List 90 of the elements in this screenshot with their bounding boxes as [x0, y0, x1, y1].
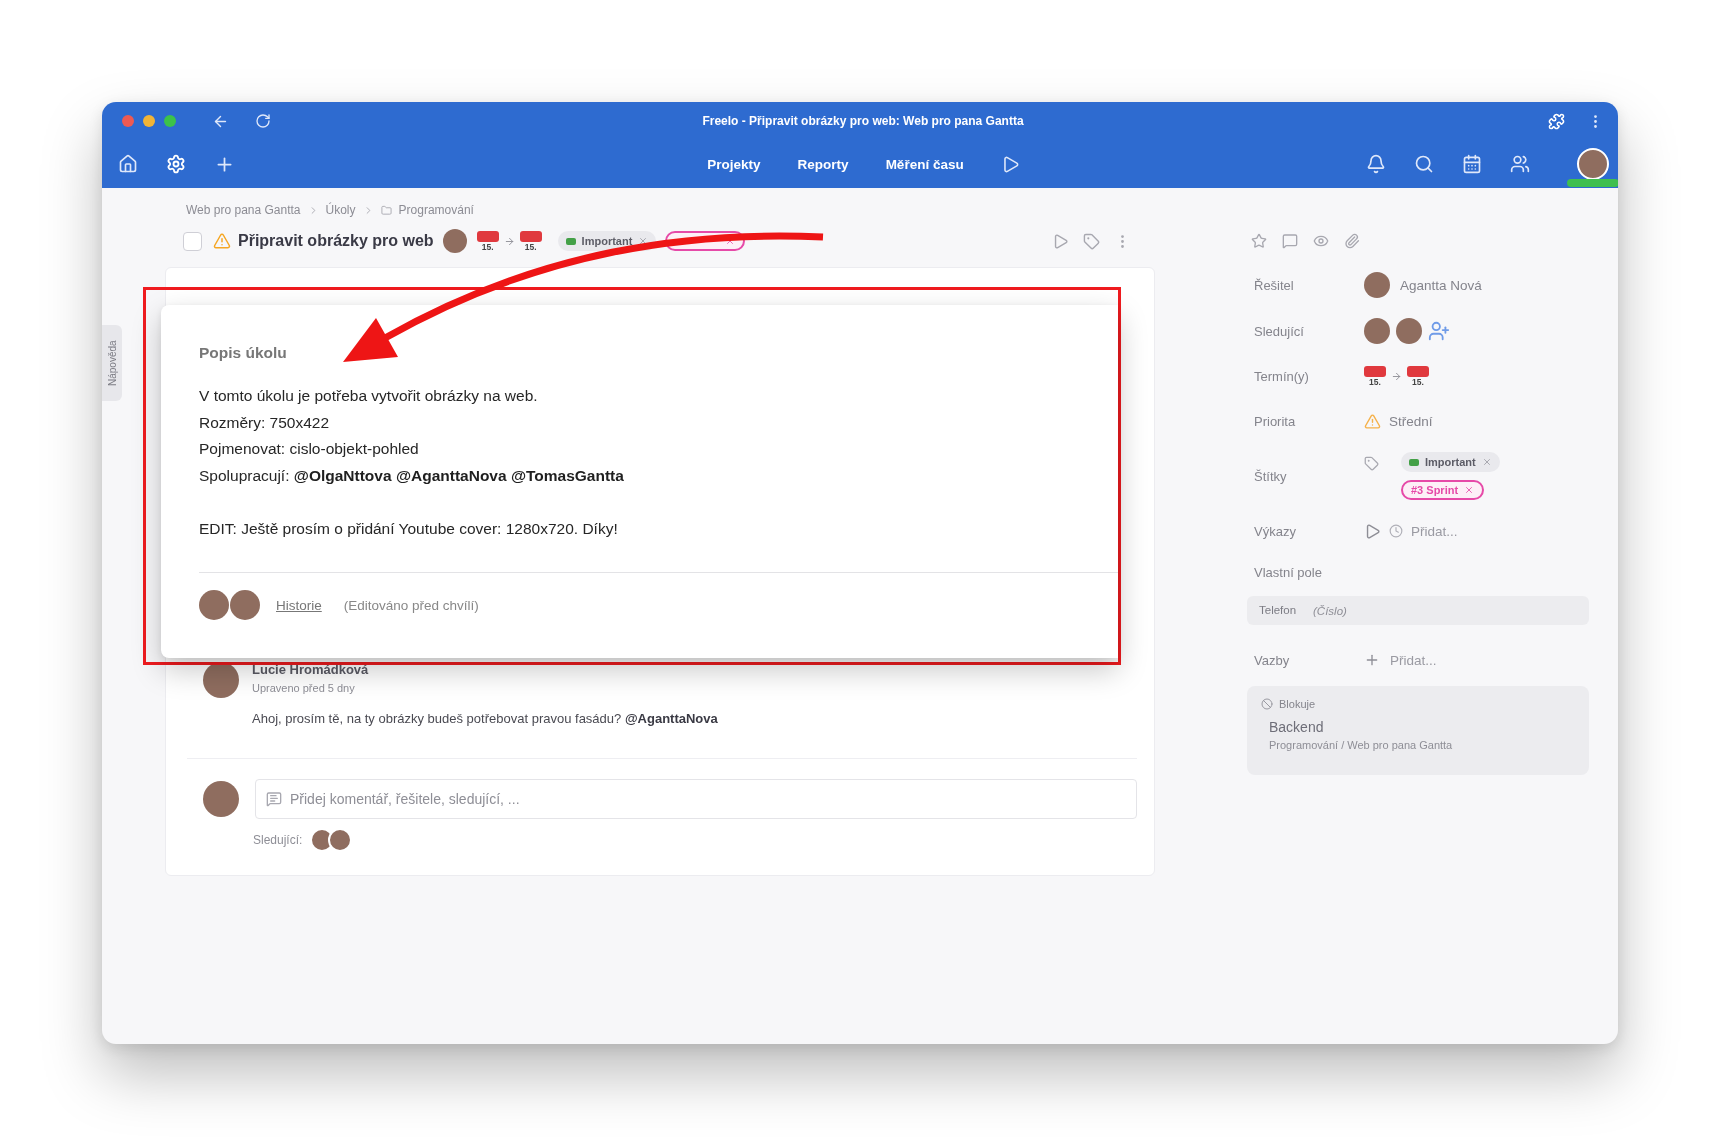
window-title: Freelo - Připravit obrázky pro web: Web pro pana Gantta — [702, 114, 1024, 128]
minimize-window-icon[interactable] — [143, 115, 155, 127]
description-line: V tomto úkolu je potřeba vytvořit obrázky na web. — [199, 386, 538, 406]
comment-input[interactable]: Přidej komentář, řešitele, sledující, ... — [255, 779, 1137, 819]
task-title: Připravit obrázky pro web — [238, 232, 434, 250]
tag-pill[interactable]: #3 Sprint — [1401, 480, 1485, 500]
star-icon[interactable] — [1251, 233, 1267, 249]
clock-icon — [1389, 524, 1403, 538]
tag-icon[interactable] — [1083, 232, 1100, 250]
play-icon[interactable] — [1364, 522, 1381, 540]
blocking-task-title[interactable]: Backend — [1269, 719, 1324, 735]
close-icon[interactable] — [1464, 485, 1475, 495]
avatar — [199, 590, 229, 620]
comment-icon[interactable] — [1282, 233, 1298, 249]
breadcrumb-link[interactable]: Programování — [398, 203, 474, 217]
bell-icon[interactable] — [1366, 154, 1386, 174]
field-label: Vlastní pole — [1254, 564, 1323, 580]
comment-author: Lucie Hromádková — [252, 662, 369, 677]
add-link[interactable]: Přidat... — [1411, 523, 1458, 539]
warning-icon — [213, 232, 231, 250]
arrow-right-icon — [503, 235, 515, 247]
add-link[interactable]: Přidat... — [1390, 652, 1437, 668]
field-label: Vazby — [1254, 652, 1291, 668]
close-window-icon[interactable] — [122, 115, 134, 127]
description-line: Pojmenovat: cislo-objekt-pohled — [199, 439, 419, 459]
avatar — [442, 229, 467, 253]
close-icon[interactable] — [638, 236, 649, 246]
help-tab[interactable]: Nápověda — [102, 325, 122, 401]
date-day: 15. — [1412, 377, 1424, 387]
puzzle-icon[interactable] — [1548, 112, 1565, 130]
avatar — [1364, 318, 1390, 344]
avatar — [1396, 318, 1422, 344]
folder-icon — [380, 204, 392, 216]
custom-field-label: Telefon — [1259, 604, 1297, 617]
settings-icon[interactable] — [166, 154, 186, 174]
edited-note: (Editováno před chvílí) — [343, 597, 479, 613]
calendar-icon[interactable] — [1462, 154, 1482, 174]
date-badge-icon — [1364, 365, 1386, 377]
date-badge-icon — [476, 230, 499, 242]
description-line: Rozměry: 750x422 — [199, 412, 330, 433]
warning-icon — [1364, 412, 1381, 430]
avatar — [203, 781, 239, 817]
nav-link[interactable]: Reporty — [797, 156, 849, 172]
arrow-right-icon — [1391, 370, 1402, 382]
comment-text: Ahoj, prosím tě, na ty obrázky budeš potřebovat pravou fasádu? @AganttaNova — [252, 710, 718, 727]
history-link[interactable]: Historie — [276, 597, 322, 613]
field-label: Štítky — [1254, 468, 1288, 484]
tag-pill[interactable]: Important — [1401, 452, 1500, 472]
comment-time: Upraveno před 5 dny — [252, 682, 355, 695]
nav-link[interactable]: Měření času — [885, 156, 964, 172]
date-day: 15. — [524, 242, 537, 252]
assignee-name: Agantta Nová — [1400, 277, 1482, 293]
breadcrumb-link[interactable]: Web pro pana Gantta — [186, 203, 301, 217]
paperclip-icon[interactable] — [1344, 233, 1360, 249]
avatar — [230, 590, 260, 620]
blocking-label: Blokuje — [1279, 698, 1316, 710]
blocked-icon — [1261, 698, 1273, 710]
avatar — [1364, 272, 1390, 298]
field-label: Termín(y) — [1254, 368, 1310, 384]
date-badge-icon — [1407, 365, 1429, 377]
description-heading: Popis úkolu — [199, 343, 287, 363]
maximize-window-icon[interactable] — [164, 115, 176, 127]
eye-icon[interactable] — [1313, 233, 1329, 249]
field-label: Výkazy — [1254, 523, 1297, 539]
task-checkbox[interactable] — [183, 231, 202, 251]
breadcrumb-link[interactable]: Úkoly — [325, 203, 356, 217]
date-day: 15. — [1369, 377, 1381, 387]
blocking-task-path: Programování / Web pro pana Gantta — [1269, 739, 1453, 751]
comment-icon — [266, 791, 282, 807]
plus-icon[interactable] — [1364, 652, 1380, 668]
tag-icon[interactable] — [1364, 456, 1379, 471]
date-badge-icon — [519, 230, 542, 242]
status-badge-icon — [1567, 179, 1618, 187]
description-line: Spolupracují: @OlgaNttova @AganttaNova @TomasGantta — [199, 465, 624, 486]
followers-label: Sledující: — [253, 833, 303, 847]
nav-link[interactable]: Projekty — [707, 156, 761, 172]
date-day: 15. — [481, 242, 494, 252]
description-line: EDIT: Ještě prosím o přidání Youtube cover: 1280x720. Díky! — [199, 518, 618, 539]
field-label: Priorita — [1254, 413, 1297, 429]
avatar[interactable] — [1577, 148, 1609, 180]
play-icon[interactable] — [1052, 232, 1069, 250]
add-user-icon[interactable] — [1428, 320, 1450, 342]
close-icon[interactable] — [1481, 457, 1492, 467]
field-label: Řešitel — [1254, 277, 1295, 293]
reload-icon[interactable] — [255, 113, 271, 129]
home-icon[interactable] — [118, 154, 138, 174]
field-label: Sledující — [1254, 323, 1305, 339]
priority-value: Střední — [1389, 413, 1433, 429]
search-icon[interactable] — [1414, 154, 1434, 174]
users-icon[interactable] — [1510, 154, 1530, 174]
